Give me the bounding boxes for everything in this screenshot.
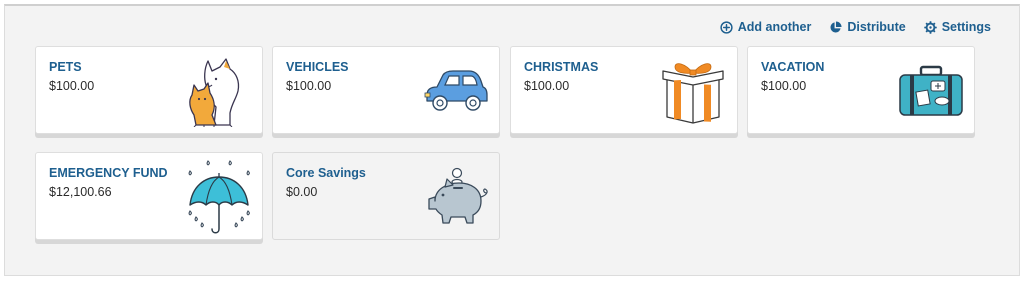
gift-icon	[662, 63, 724, 124]
distribute-label: Distribute	[847, 20, 906, 34]
fund-card-core-savings[interactable]: Core Savings $0.00	[272, 152, 500, 240]
fund-amount: $12,100.66	[49, 185, 112, 199]
fund-card-vehicles[interactable]: VEHICLES $100.00	[272, 46, 500, 134]
fund-name: VACATION	[761, 60, 825, 74]
fund-name: Core Savings	[286, 166, 366, 180]
piggy-bank-icon	[428, 167, 488, 224]
fund-card-christmas[interactable]: CHRISTMAS $100.00	[510, 46, 738, 134]
fund-amount: $100.00	[761, 79, 807, 93]
fund-name: EMERGENCY FUND	[49, 166, 168, 180]
pets-icon	[189, 58, 240, 127]
pie-chart-icon	[830, 20, 842, 33]
fund-name: VEHICLES	[286, 60, 349, 74]
distribute-button[interactable]: Distribute	[829, 20, 906, 34]
savings-funds-panel: Add another Distribute Settings PETS $10…	[4, 4, 1020, 276]
plus-circle-icon	[720, 20, 733, 34]
fund-name: PETS	[49, 60, 82, 74]
fund-card-emergency-fund[interactable]: EMERGENCY FUND $12,100.66	[35, 152, 263, 240]
add-another-button[interactable]: Add another	[720, 20, 812, 34]
add-another-label: Add another	[737, 20, 812, 34]
fund-amount: $100.00	[524, 79, 570, 93]
fund-amount: $100.00	[286, 79, 332, 93]
suitcase-icon	[899, 65, 963, 116]
fund-card-vacation[interactable]: VACATION $100.00	[747, 46, 975, 134]
fund-actions-toolbar: Add another Distribute Settings	[720, 20, 991, 34]
fund-card-pets[interactable]: PETS $100.00	[35, 46, 263, 134]
umbrella-icon	[188, 160, 250, 234]
fund-amount: $100.00	[49, 79, 95, 93]
car-icon	[424, 70, 488, 111]
fund-name: CHRISTMAS	[524, 60, 599, 74]
settings-button[interactable]: Settings	[923, 20, 991, 34]
settings-label: Settings	[941, 20, 991, 34]
fund-amount: $0.00	[286, 185, 318, 199]
gear-icon	[923, 20, 937, 34]
